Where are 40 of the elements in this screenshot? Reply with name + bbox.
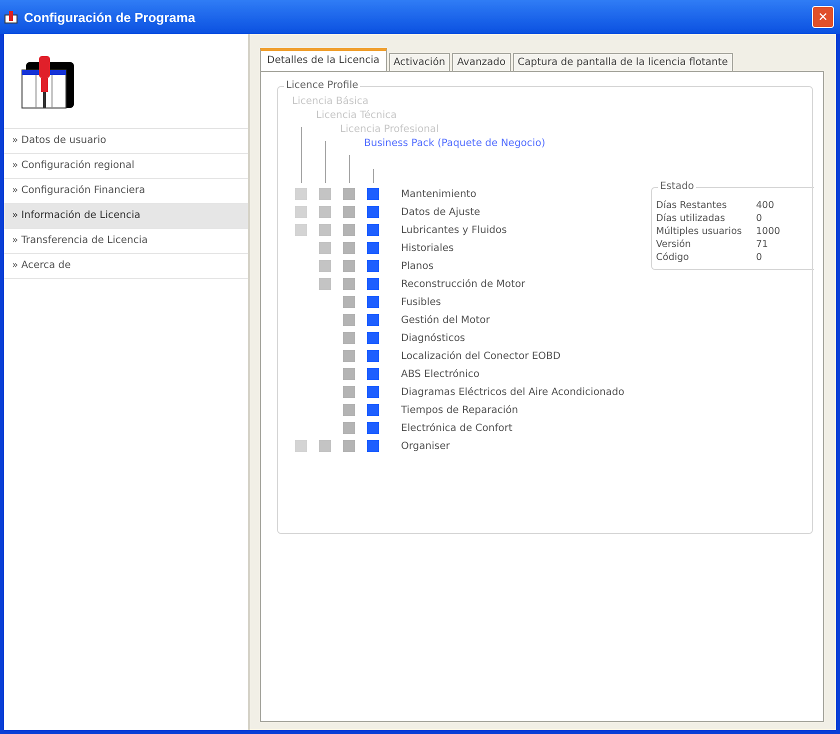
status-label: Código xyxy=(656,252,690,263)
feature-label: Organiser xyxy=(401,440,450,452)
feature-label: Mantenimiento xyxy=(401,188,476,200)
tab[interactable]: Activación xyxy=(388,53,450,71)
feature-label: Datos de Ajuste xyxy=(401,206,480,218)
tab[interactable]: Avanzado xyxy=(452,53,511,71)
feature-label: ABS Electrónico xyxy=(401,368,480,380)
feature-label: Tiempos de Reparación xyxy=(401,404,518,416)
group-title: Estado xyxy=(658,181,696,192)
window-title: Configuración de Programa xyxy=(24,10,196,24)
feature-label: Lubricantes y Fluidos xyxy=(401,224,507,236)
tier-label: Business Pack (Paquete de Negocio) xyxy=(364,137,546,151)
feature-label: Reconstrucción de Motor xyxy=(401,278,526,290)
status-label: Días Restantes xyxy=(656,200,728,211)
feature-label: Planos xyxy=(401,260,434,272)
feature-label: Diagnósticos xyxy=(401,332,466,344)
group-title: Licence Profile xyxy=(284,80,360,91)
status-label: Múltiples usuarios xyxy=(656,226,743,237)
sidebar-item[interactable]: » Transferencia de Licencia xyxy=(4,229,248,254)
sidebar-item[interactable]: » Información de Licencia xyxy=(4,204,248,229)
sidebar-item[interactable]: » Acerca de xyxy=(4,254,248,279)
feature-label: Fusibles xyxy=(401,296,442,308)
status-value: 71 xyxy=(756,239,770,250)
close-button[interactable]: ✕ xyxy=(812,6,834,28)
status-label: Versión xyxy=(656,239,692,250)
status-value: 0 xyxy=(756,252,764,263)
status-value: 1000 xyxy=(756,226,782,237)
app-icon xyxy=(4,10,18,24)
feature-label: Electrónica de Confort xyxy=(401,422,512,434)
sidebar-item[interactable]: » Datos de usuario xyxy=(4,129,248,154)
feature-label: Diagramas Eléctricos del Aire Acondicionado xyxy=(401,386,624,398)
feature-label: Localización del Conector EOBD xyxy=(401,350,561,362)
feature-label: Historiales xyxy=(401,242,454,254)
sidebar-item[interactable]: » Configuración regional xyxy=(4,154,248,179)
tab[interactable]: Captura de pantalla de la licencia flotante xyxy=(512,53,733,71)
status-value: 0 xyxy=(756,213,764,224)
status-value: 400 xyxy=(756,200,776,211)
tab[interactable]: Detalles de la Licencia xyxy=(260,48,387,71)
feature-label: Gestión del Motor xyxy=(401,314,490,326)
status-label: Días utilizadas xyxy=(656,213,726,224)
